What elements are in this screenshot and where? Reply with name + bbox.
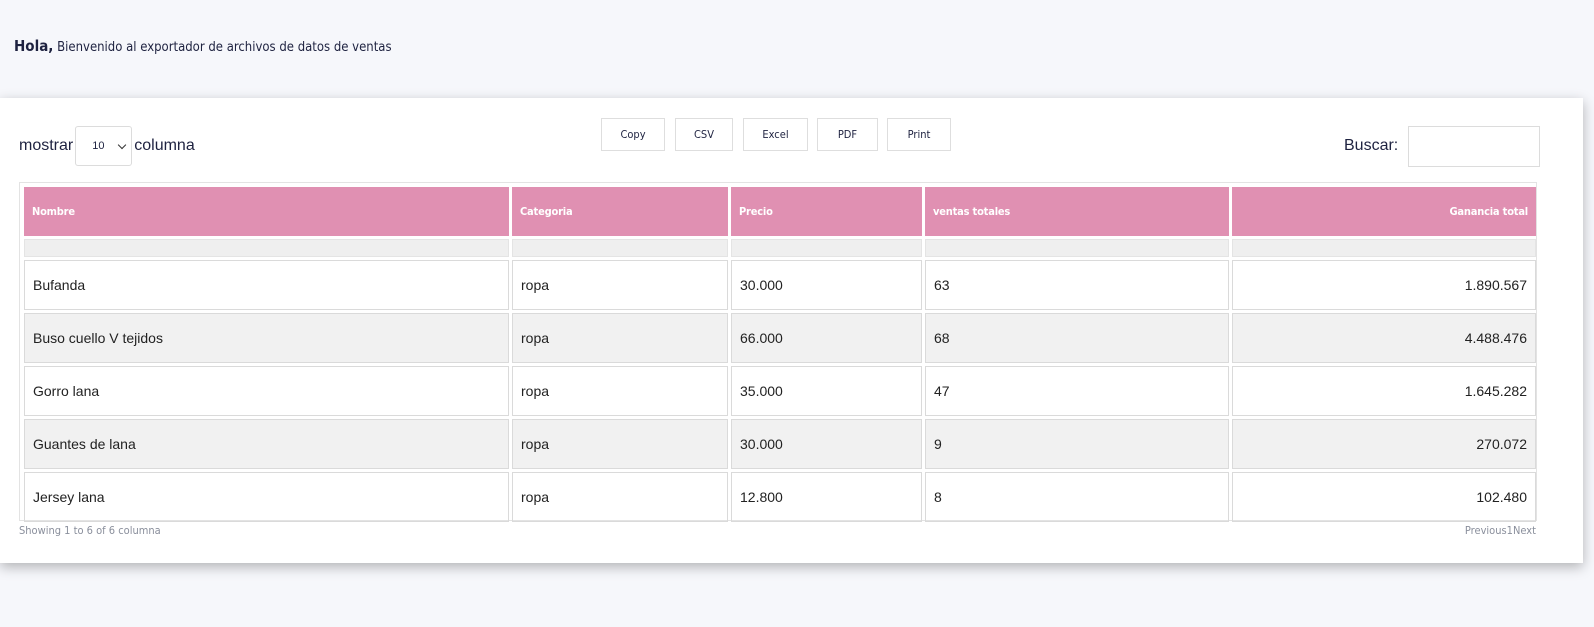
table-cell-nombre: Jersey lana (24, 472, 509, 522)
table-cell-ganancia: 1.890.567 (1232, 260, 1536, 310)
table-cell-ganancia: 4.488.476 (1232, 313, 1536, 363)
table-cell-ventas: 9 (925, 419, 1229, 469)
column-header-precio[interactable]: Precio (731, 187, 922, 236)
pagination: Previous 1 Next (1465, 524, 1536, 537)
search-label: Buscar: (1344, 137, 1399, 154)
table-cell (1232, 239, 1536, 257)
table-row: Buso cuello V tejidos ropa 66.000 68 4.4… (24, 313, 1536, 363)
page-length-select[interactable]: 10 (75, 126, 133, 166)
greeting: Hola, Bienvenido al exportador de archiv… (14, 37, 392, 55)
table-cell-ganancia: 270.072 (1232, 419, 1536, 469)
table-cell-ganancia: 102.480 (1232, 472, 1536, 522)
length-prefix-label: mostrar (19, 137, 74, 154)
pdf-button[interactable]: PDF (817, 118, 878, 151)
table-cell-precio: 30.000 (731, 419, 922, 469)
table-cell (24, 239, 509, 257)
table-cell-categoria: ropa (512, 313, 728, 363)
table-cell-nombre: Bufanda (24, 260, 509, 310)
greeting-welcome: Bienvenido al exportador de archivos de … (57, 40, 392, 55)
table-cell-ventas: 63 (925, 260, 1229, 310)
table-row-empty (24, 239, 1536, 257)
table-row: Guantes de lana ropa 30.000 9 270.072 (24, 419, 1536, 469)
table-cell-nombre: Buso cuello V tejidos (24, 313, 509, 363)
table-header-row: Nombre Categoria Precio ventas totales G… (24, 187, 1536, 236)
table-cell-precio: 30.000 (731, 260, 922, 310)
pagination-next[interactable]: Next (1513, 524, 1536, 537)
table-cell-nombre: Gorro lana (24, 366, 509, 416)
excel-button[interactable]: Excel (743, 118, 808, 151)
table-row: Gorro lana ropa 35.000 47 1.645.282 (24, 366, 1536, 416)
table-row: Jersey lana ropa 12.800 8 102.480 (24, 472, 1536, 522)
print-button[interactable]: Print (887, 118, 951, 151)
column-header-nombre[interactable]: Nombre (24, 187, 509, 236)
table-cell-categoria: ropa (512, 366, 728, 416)
page-length-control: mostrar 10 columna (19, 125, 195, 167)
search-control: Buscar: (1344, 125, 1541, 167)
csv-button[interactable]: CSV (675, 118, 733, 151)
table-cell (512, 239, 728, 257)
table-cell-precio: 35.000 (731, 366, 922, 416)
column-header-ganancia-total[interactable]: Ganancia total (1232, 187, 1536, 236)
table-cell-ventas: 68 (925, 313, 1229, 363)
table-cell-categoria: ropa (512, 260, 728, 310)
table-info: Showing 1 to 6 of 6 columna (19, 524, 161, 537)
table-cell-categoria: ropa (512, 472, 728, 522)
table-cell (731, 239, 922, 257)
table-row: Bufanda ropa 30.000 63 1.890.567 (24, 260, 1536, 310)
column-header-ventas-totales[interactable]: ventas totales (925, 187, 1229, 236)
pagination-previous[interactable]: Previous (1465, 524, 1507, 537)
table-cell (925, 239, 1229, 257)
table-cell-categoria: ropa (512, 419, 728, 469)
column-header-categoria[interactable]: Categoria (512, 187, 728, 236)
table-cell-ganancia: 1.645.282 (1232, 366, 1536, 416)
greeting-hola: Hola, (14, 37, 54, 55)
table-cell-ventas: 47 (925, 366, 1229, 416)
copy-button[interactable]: Copy (601, 118, 665, 151)
table-cell-precio: 66.000 (731, 313, 922, 363)
table-cell-ventas: 8 (925, 472, 1229, 522)
search-input[interactable] (1408, 125, 1541, 167)
table-cell-precio: 12.800 (731, 472, 922, 522)
data-table: Nombre Categoria Precio ventas totales G… (21, 184, 1539, 525)
chevron-down-icon (117, 140, 127, 149)
length-suffix-label: columna (134, 137, 195, 154)
page-length-value: 10 (92, 140, 105, 152)
data-table-wrapper: Nombre Categoria Precio ventas totales G… (19, 182, 1537, 522)
table-cell-nombre: Guantes de lana (24, 419, 509, 469)
